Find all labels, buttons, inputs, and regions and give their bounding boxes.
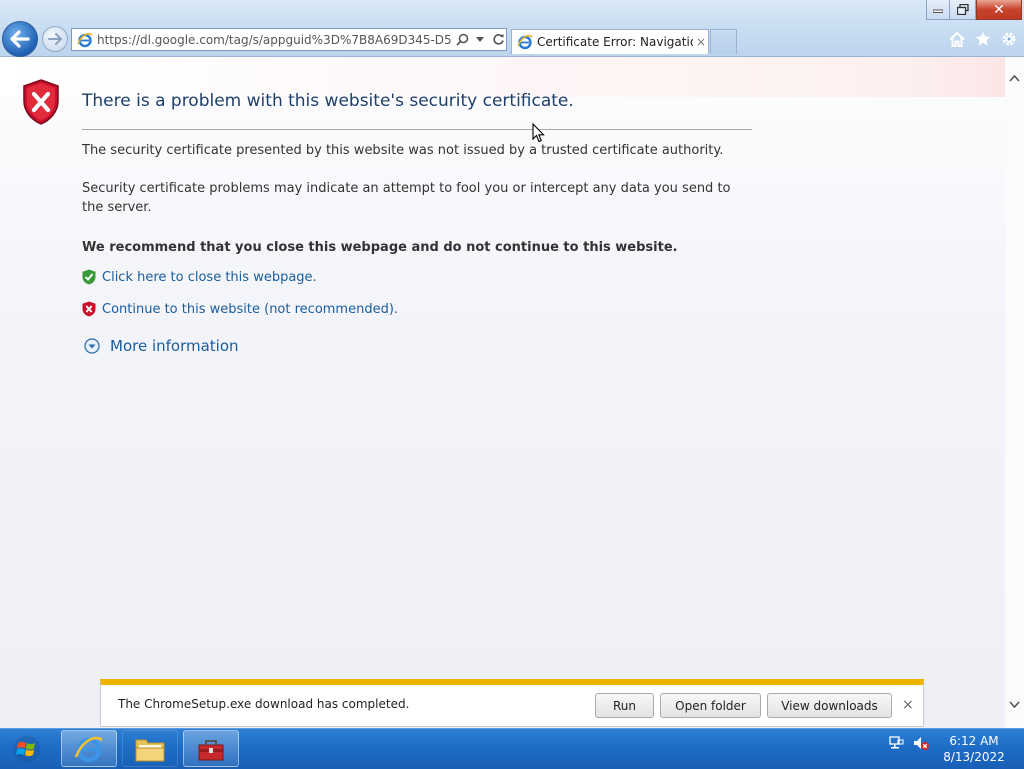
taskbar: 6:12 AM 8/13/2022 (0, 728, 1024, 769)
clock-time: 6:12 AM (949, 734, 999, 748)
forward-button[interactable] (42, 26, 68, 52)
refresh-icon[interactable] (490, 32, 506, 48)
shield-error-icon (23, 79, 59, 125)
taskbar-file-explorer[interactable] (122, 730, 178, 767)
tab-certificate-error[interactable]: Certificate Error: Navigation... × (511, 29, 709, 54)
title-divider (82, 129, 752, 130)
more-information-toggle[interactable]: More information (84, 337, 239, 355)
system-tray (888, 735, 930, 751)
tab-title: Certificate Error: Navigation... (537, 35, 693, 49)
arrow-right-icon (48, 33, 62, 45)
search-icon[interactable] (454, 32, 470, 48)
vertical-scrollbar[interactable] (1005, 57, 1024, 728)
system-clock[interactable]: 6:12 AM 8/13/2022 (940, 733, 1008, 765)
network-icon[interactable] (888, 735, 904, 751)
download-message: The ChromeSetup.exe download has complet… (118, 697, 410, 711)
clock-date: 8/13/2022 (943, 750, 1005, 764)
page-title: There is a problem with this website's s… (82, 91, 574, 111)
arrow-left-icon (10, 30, 30, 48)
ie-icon (517, 34, 533, 50)
back-button[interactable] (2, 21, 38, 57)
address-bar[interactable]: https://dl.google.com/tag/s/appguid%3D%7… (71, 28, 507, 51)
folder-icon (135, 739, 165, 761)
taskbar-toolbox-app[interactable] (183, 730, 239, 767)
tab-close-icon[interactable]: × (696, 35, 706, 49)
minimize-icon (933, 9, 943, 13)
close-window-button[interactable]: ✕ (976, 0, 1022, 20)
view-downloads-button[interactable]: View downloads (767, 693, 892, 718)
home-icon[interactable] (948, 30, 966, 48)
scroll-up-icon[interactable] (1007, 71, 1022, 86)
download-notification-bar: The ChromeSetup.exe download has complet… (100, 679, 924, 727)
gear-icon[interactable] (1000, 30, 1018, 48)
close-icon[interactable]: × (902, 697, 914, 713)
restore-icon (956, 4, 969, 15)
continue-website-link[interactable]: Continue to this website (not recommende… (102, 302, 398, 317)
start-button[interactable] (5, 732, 49, 766)
close-icon: ✕ (993, 1, 1005, 18)
new-tab-button[interactable] (710, 29, 737, 54)
windows-logo-icon (13, 735, 41, 763)
scroll-down-icon[interactable] (1007, 697, 1022, 712)
continue-website-row: Continue to this website (not recommende… (82, 301, 398, 317)
address-url[interactable]: https://dl.google.com/tag/s/appguid%3D%7… (97, 33, 452, 47)
toolbox-icon (198, 739, 224, 760)
browser-toolbar: https://dl.google.com/tag/s/appguid%3D%7… (0, 0, 1024, 57)
minimize-button[interactable] (926, 0, 950, 20)
ie-icon (77, 32, 93, 47)
dropdown-arrow-icon[interactable] (472, 32, 488, 48)
recommendation-text: We recommend that you close this webpage… (82, 240, 678, 255)
ie-icon (74, 736, 103, 762)
chevron-down-circle-icon (84, 338, 100, 354)
restore-button[interactable] (950, 0, 976, 20)
mouse-cursor-icon (532, 123, 545, 143)
more-information-label: More information (110, 337, 239, 355)
taskbar-internet-explorer[interactable] (61, 730, 117, 767)
volume-muted-icon[interactable] (912, 735, 930, 751)
close-webpage-link[interactable]: Click here to close this webpage. (102, 270, 317, 285)
open-folder-button[interactable]: Open folder (660, 693, 761, 718)
shield-check-icon (82, 269, 96, 285)
close-webpage-row: Click here to close this webpage. (82, 269, 317, 285)
page-content: There is a problem with this website's s… (0, 57, 1005, 728)
favorites-star-icon[interactable] (974, 30, 992, 48)
run-button[interactable]: Run (595, 693, 654, 718)
shield-x-icon (82, 301, 96, 317)
warning-text: Security certificate problems may indica… (82, 181, 731, 215)
explanation-text: The security certificate presented by th… (82, 143, 724, 158)
